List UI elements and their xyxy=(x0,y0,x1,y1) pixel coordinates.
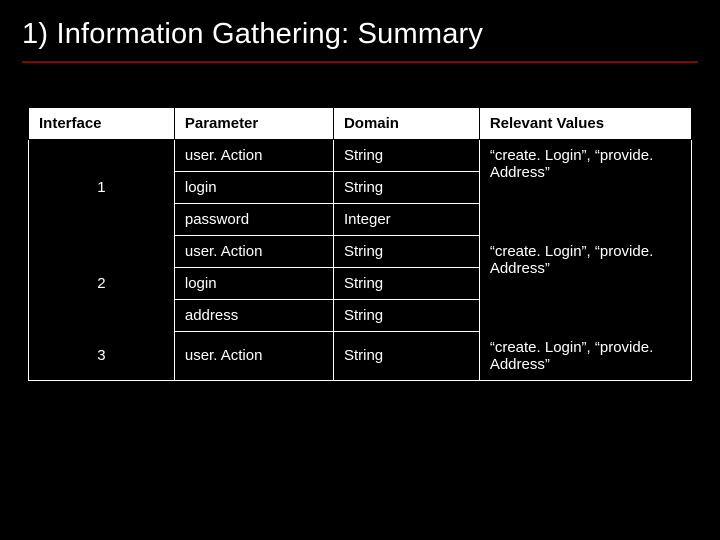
table-header-row: Interface Parameter Domain Relevant Valu… xyxy=(29,108,692,140)
table-row: 3user. ActionString“create. Login”, “pro… xyxy=(29,332,692,381)
cell-parameter: user. Action xyxy=(174,332,333,381)
cell-parameter: address xyxy=(174,300,333,332)
col-domain: Domain xyxy=(333,108,479,140)
col-parameter: Parameter xyxy=(174,108,333,140)
cell-parameter: user. Action xyxy=(174,140,333,172)
col-relevant: Relevant Values xyxy=(479,108,691,140)
slide-title: 1) Information Gathering: Summary xyxy=(22,18,698,63)
cell-domain: String xyxy=(333,332,479,381)
table-container: Interface Parameter Domain Relevant Valu… xyxy=(22,107,698,381)
cell-interface: 3 xyxy=(29,332,175,381)
cell-interface: 1 xyxy=(29,140,175,236)
cell-domain: Integer xyxy=(333,204,479,236)
cell-domain: String xyxy=(333,268,479,300)
cell-domain: String xyxy=(333,236,479,268)
cell-relevant-values: “create. Login”, “provide. Address” xyxy=(479,236,691,332)
table-row: 2user. ActionString“create. Login”, “pro… xyxy=(29,236,692,268)
cell-parameter: login xyxy=(174,172,333,204)
table-row: 1user. ActionString“create. Login”, “pro… xyxy=(29,140,692,172)
cell-parameter: user. Action xyxy=(174,236,333,268)
cell-relevant-values: “create. Login”, “provide. Address” xyxy=(479,140,691,236)
summary-table: Interface Parameter Domain Relevant Valu… xyxy=(28,107,692,381)
cell-parameter: login xyxy=(174,268,333,300)
cell-relevant-values: “create. Login”, “provide. Address” xyxy=(479,332,691,381)
cell-domain: String xyxy=(333,140,479,172)
cell-parameter: password xyxy=(174,204,333,236)
cell-domain: String xyxy=(333,172,479,204)
col-interface: Interface xyxy=(29,108,175,140)
cell-domain: String xyxy=(333,300,479,332)
cell-interface: 2 xyxy=(29,236,175,332)
